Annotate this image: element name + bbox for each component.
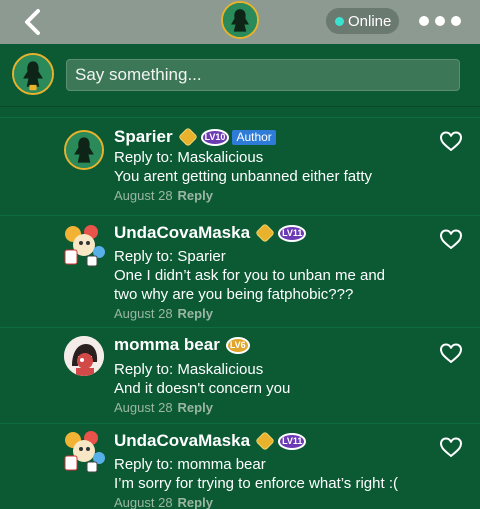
gold-badge-icon <box>255 223 275 243</box>
comment-text: You arent getting unbanned either fatty <box>114 168 372 185</box>
comment-meta: August 28 Reply <box>114 400 213 415</box>
reply-to-prefix: Reply to: <box>114 248 178 265</box>
author-badge: Author <box>232 129 276 145</box>
avatar[interactable] <box>64 130 104 170</box>
silhouette-icon <box>14 55 52 93</box>
level-badge: LV10 <box>200 128 230 146</box>
avatar[interactable] <box>64 336 104 376</box>
reply-to-line: Reply to: Maskalicious <box>114 148 263 167</box>
reply-to-line: Reply to: Maskalicious <box>114 360 263 379</box>
reply-to-user[interactable]: Maskalicious <box>177 361 263 378</box>
reply-to-line: Reply to: Sparier <box>114 247 226 266</box>
comment-date: August 28 <box>114 306 173 321</box>
reply-button[interactable]: Reply <box>178 188 213 203</box>
comment-item: momma bear LV6 Reply to: Maskalicious An… <box>0 327 480 424</box>
reply-button[interactable]: Reply <box>178 495 213 509</box>
comment-text: And it doesn't concern you <box>114 380 291 397</box>
comment-text-line: One I didn’t ask for you to unban me and <box>114 267 386 284</box>
sticker-collage-icon <box>64 225 105 267</box>
reply-to-user[interactable]: momma bear <box>177 456 265 473</box>
username[interactable]: UndaCovaMaska <box>114 223 250 243</box>
gold-badge-icon <box>177 127 198 147</box>
character-avatar-icon <box>64 336 104 376</box>
online-label: Online <box>348 12 392 30</box>
chat-avatar[interactable] <box>221 1 259 39</box>
name-row: UndaCovaMaska LV11 <box>114 430 307 452</box>
comment-meta: August 28 Reply <box>114 495 213 509</box>
username[interactable]: UndaCovaMaska <box>114 431 250 451</box>
name-row: UndaCovaMaska LV11 <box>114 222 307 244</box>
say-something-input[interactable] <box>66 59 460 91</box>
sticker-collage-icon <box>64 431 105 473</box>
comment-item: UndaCovaMaska LV11 Reply to: momma bear … <box>0 423 480 509</box>
level-badge: LV11 <box>278 432 307 450</box>
top-bar: Online <box>0 0 480 44</box>
username[interactable]: momma bear <box>114 335 220 355</box>
comment-item: Sparier LV10 Author Reply to: Maskalicio… <box>0 117 480 216</box>
online-status[interactable]: Online <box>326 8 399 34</box>
online-dot-icon <box>335 16 344 26</box>
comment-meta: August 28 Reply <box>114 306 213 321</box>
silhouette-icon <box>223 3 257 37</box>
reply-to-prefix: Reply to: <box>114 149 178 166</box>
reply-to-user[interactable]: Sparier <box>177 248 225 265</box>
heart-icon[interactable] <box>439 130 463 152</box>
level-badge: LV11 <box>278 224 307 242</box>
comment-date: August 28 <box>114 495 173 509</box>
name-row: Sparier LV10 Author <box>114 126 276 148</box>
more-icon[interactable] <box>419 12 461 30</box>
heart-icon[interactable] <box>439 342 463 364</box>
comment-item: UndaCovaMaska LV11 Reply to: Sparier One… <box>0 215 480 328</box>
comment-composer <box>0 44 480 107</box>
reply-to-prefix: Reply to: <box>114 361 178 378</box>
username[interactable]: Sparier <box>114 127 173 147</box>
reply-to-line: Reply to: momma bear <box>114 455 266 474</box>
comment-meta: August 28 Reply <box>114 188 213 203</box>
silhouette-icon <box>66 132 102 168</box>
reply-to-user[interactable]: Maskalicious <box>177 149 263 166</box>
comment-text-line: two why are you being fatphobic??? <box>114 286 354 303</box>
comment-text: I’m sorry for trying to enforce what’s r… <box>114 475 398 492</box>
reply-button[interactable]: Reply <box>178 306 213 321</box>
comment-list: Sparier LV10 Author Reply to: Maskalicio… <box>0 106 480 509</box>
avatar[interactable] <box>61 428 107 474</box>
heart-icon[interactable] <box>439 228 463 250</box>
gold-badge-icon <box>255 431 275 451</box>
name-row: momma bear LV6 <box>114 334 250 356</box>
comment-date: August 28 <box>114 188 173 203</box>
level-badge: LV6 <box>225 336 250 354</box>
heart-icon[interactable] <box>439 436 463 458</box>
avatar[interactable] <box>61 222 107 268</box>
comment-date: August 28 <box>114 400 173 415</box>
back-icon[interactable] <box>20 8 46 36</box>
reply-to-prefix: Reply to: <box>114 456 178 473</box>
my-avatar[interactable] <box>12 53 54 95</box>
reply-button[interactable]: Reply <box>178 400 213 415</box>
